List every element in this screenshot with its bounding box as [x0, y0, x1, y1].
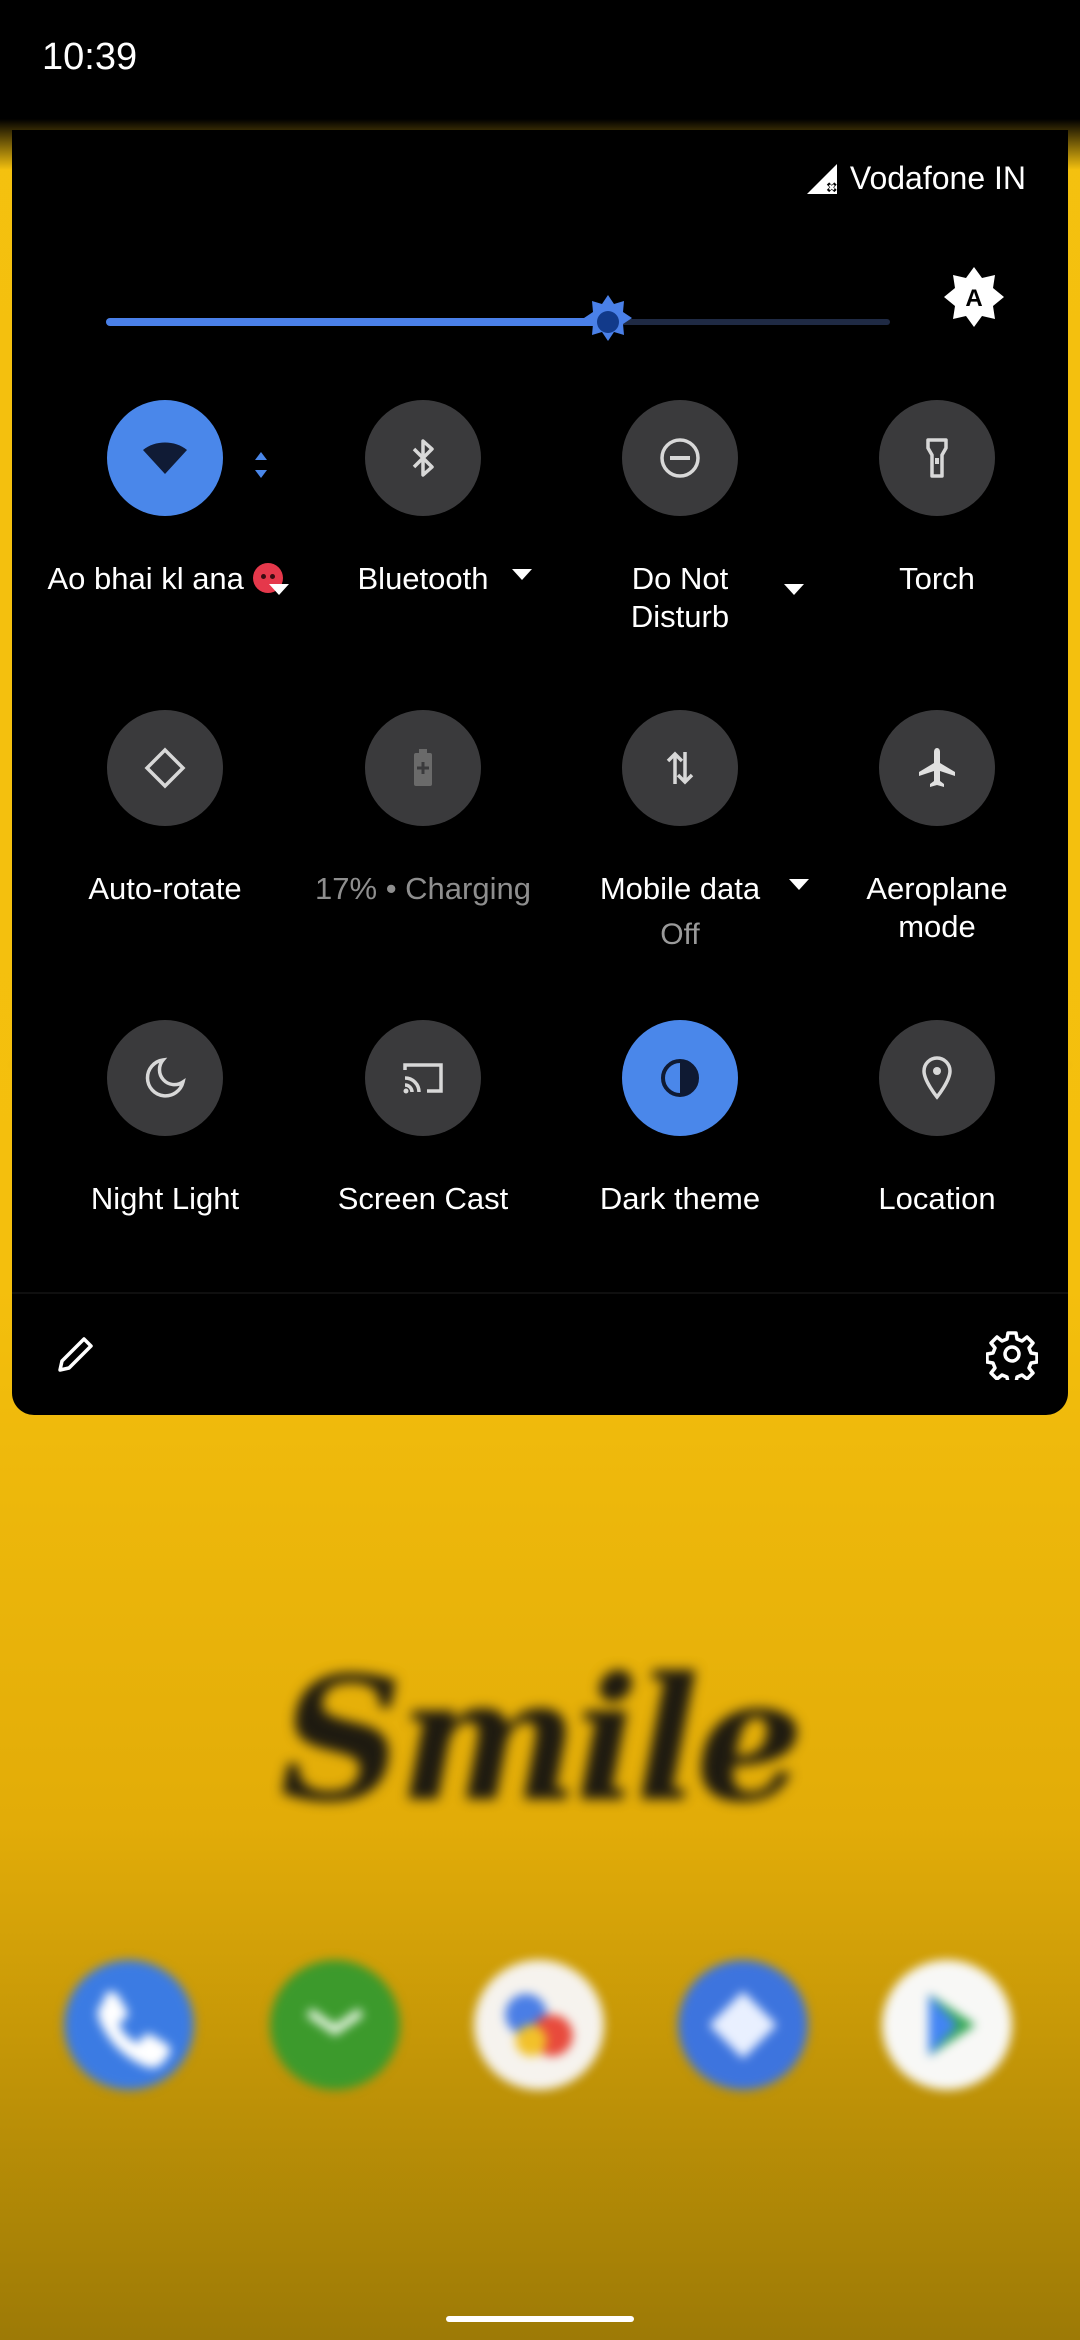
bluetooth-icon	[412, 439, 434, 477]
torch-toggle[interactable]	[879, 400, 995, 516]
wifi-activity-icon	[254, 450, 268, 485]
dark-theme-toggle[interactable]	[622, 1020, 738, 1136]
tile-torch[interactable]: Torch	[808, 400, 1066, 690]
location-pin-icon	[922, 1056, 952, 1100]
tile-do-not-disturb[interactable]: Do Not Disturb	[551, 400, 809, 690]
airplane-icon	[919, 748, 955, 787]
tile-screen-cast[interactable]: Screen Cast	[294, 1020, 552, 1310]
mobile-data-toggle[interactable]	[622, 710, 738, 826]
tile-mobile-data[interactable]: Mobile data Off	[551, 710, 809, 1000]
svg-text:A: A	[965, 285, 982, 312]
wifi-toggle[interactable]	[107, 400, 223, 516]
tile-wifi-label: Ao bhai kl ana	[36, 560, 294, 598]
dnd-icon	[660, 438, 700, 478]
screen-cast-toggle[interactable]	[365, 1020, 481, 1136]
tile-torch-label: Torch	[899, 561, 975, 596]
brightness-thumb[interactable]	[578, 292, 638, 352]
tile-aeroplane-label: Aeroplane mode	[866, 871, 1008, 944]
gear-icon	[985, 1331, 1039, 1385]
settings-button[interactable]	[985, 1328, 1039, 1385]
aeroplane-mode-toggle[interactable]	[879, 710, 995, 826]
mobile-data-status: Off	[660, 918, 700, 951]
photos-app-icon[interactable]	[474, 1960, 604, 2090]
mobile-data-dropdown-icon[interactable]	[789, 879, 809, 890]
bluetooth-dropdown-icon[interactable]	[512, 569, 532, 580]
wifi-network-name: Ao bhai kl ana	[47, 561, 244, 596]
tile-wifi[interactable]: Ao bhai kl ana	[36, 400, 294, 690]
maps-app-icon[interactable]	[678, 1960, 808, 2090]
battery-saver-toggle[interactable]	[365, 710, 481, 826]
tile-location-label: Location	[878, 1181, 996, 1216]
tile-dark-theme-label: Dark theme	[599, 1181, 761, 1216]
mobile-data-icon	[666, 751, 694, 785]
messages-app-icon[interactable]	[270, 1960, 400, 2090]
tile-bluetooth[interactable]: Bluetooth	[294, 400, 552, 690]
home-dock	[0, 1960, 1080, 2100]
tile-screen-cast-label: Screen Cast	[337, 1181, 509, 1216]
tile-dark-theme[interactable]: Dark theme	[551, 1020, 809, 1310]
tile-battery-label: 17% • Charging	[315, 871, 531, 906]
panel-divider	[12, 1292, 1068, 1294]
tile-auto-rotate[interactable]: Auto-rotate	[36, 710, 294, 1000]
tile-battery[interactable]: 17% • Charging	[294, 710, 552, 1000]
phone-app-icon[interactable]	[64, 1960, 194, 2090]
battery-icon	[414, 749, 432, 786]
dnd-toggle[interactable]	[622, 400, 738, 516]
tile-night-light-label: Night Light	[90, 1181, 240, 1216]
wifi-icon	[143, 442, 187, 474]
dnd-dropdown-icon[interactable]	[784, 584, 804, 595]
gesture-nav-handle[interactable]	[446, 2316, 634, 2322]
location-toggle[interactable]	[879, 1020, 995, 1136]
tile-aeroplane-mode[interactable]: Aeroplane mode	[808, 710, 1066, 1000]
no-signal-icon	[806, 163, 837, 194]
brightness-fill	[106, 318, 608, 326]
auto-rotate-icon	[144, 747, 186, 789]
auto-brightness-icon[interactable]: A	[942, 265, 1006, 329]
quick-settings-panel: Vodafone IN A Ao bhai kl ana Bluetooth D…	[12, 130, 1068, 1415]
brightness-slider[interactable]	[106, 292, 896, 352]
night-light-toggle[interactable]	[107, 1020, 223, 1136]
carrier-name: Vodafone IN	[849, 160, 1026, 196]
pencil-icon	[58, 1337, 93, 1372]
tile-location[interactable]: Location	[808, 1020, 1066, 1310]
cast-icon	[403, 1063, 443, 1094]
wifi-dropdown-icon[interactable]	[269, 584, 289, 595]
tile-night-light[interactable]: Night Light	[36, 1020, 294, 1310]
carrier-indicator: Vodafone IN	[804, 160, 1026, 197]
moon-icon	[145, 1057, 186, 1098]
play-store-icon[interactable]	[882, 1960, 1012, 2090]
tile-dnd-label: Do Not Disturb	[630, 561, 730, 634]
tile-auto-rotate-label: Auto-rotate	[88, 871, 242, 906]
tile-mobile-data-label: Mobile data	[599, 871, 761, 906]
dark-theme-icon	[661, 1059, 699, 1097]
bluetooth-toggle[interactable]	[365, 400, 481, 516]
wallpaper-text: Smile	[280, 1640, 804, 1840]
torch-icon	[926, 438, 948, 478]
edit-tiles-button[interactable]	[52, 1330, 100, 1378]
auto-rotate-toggle[interactable]	[107, 710, 223, 826]
status-bar-time: 10:39	[42, 36, 138, 78]
